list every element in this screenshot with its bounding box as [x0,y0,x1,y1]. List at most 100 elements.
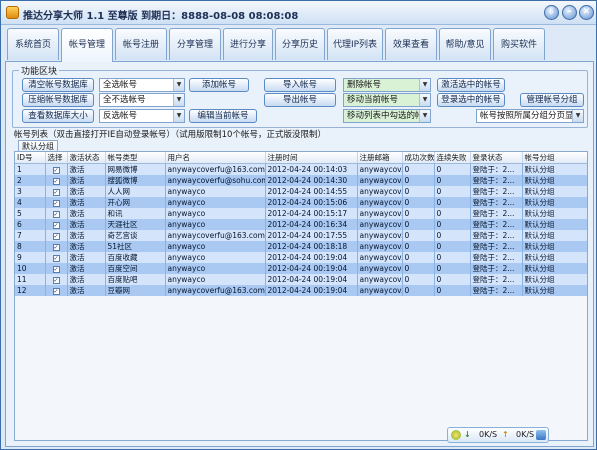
row-checkbox[interactable]: ✓ [52,243,60,251]
cell-select[interactable]: ✓ [45,285,68,296]
manage-groups-button[interactable]: 管理帐号分组 [520,93,584,107]
cell-select[interactable]: ✓ [45,241,68,252]
col-header-status[interactable]: 激活状态 [67,152,106,164]
table-row[interactable]: 7 ✓ 激活 奇艺宫谈 anywaycoverfu@163.com 2012-04-24 … [15,230,587,241]
app-logo-icon [6,6,19,19]
cell-type: 豆瓣网 [105,285,166,296]
col-header-group[interactable]: 帐号分组 [522,152,587,164]
refresh-icon[interactable] [451,430,461,440]
activate-checked-button[interactable]: 激活选中的帐号 [437,78,505,92]
row-checkbox[interactable]: ✓ [52,221,60,229]
table-row[interactable]: 4 ✓ 激活 开心网 anywayco 2012-04-24 00:15:06 anyway… [15,197,587,208]
table-row[interactable]: 9 ✓ 激活 百度收藏 anywayco 2012-04-24 00:19:04 anywa… [15,252,587,263]
tab-account-manage[interactable]: 帐号管理 [61,28,113,62]
cell-select[interactable]: ✓ [45,252,68,263]
cell-status: 激活 [67,219,106,230]
row-checkbox[interactable]: ✓ [52,276,60,284]
tab-share-history[interactable]: 分享历史 [275,28,325,60]
cell-status: 激活 [67,252,106,263]
move-current-dropdown[interactable]: 移动当前帐号 ▼ [343,93,431,107]
table-row[interactable]: 11 ✓ 激活 百度贴吧 anywayco 2012-04-24 00:19:04 anyw… [15,274,587,285]
cell-username: anywaycoverfu@163.com [165,285,266,296]
tab-help[interactable]: 帮助/意见 [439,28,491,60]
table-row[interactable]: 6 ✓ 激活 天涯社区 anywayco 2012-04-24 00:16:34 anywa… [15,219,587,230]
table-row[interactable]: 3 ✓ 激活 人人网 anywayco 2012-04-24 00:14:55 anyway… [15,186,587,197]
col-header-reg-time[interactable]: 注册时间 [265,152,358,164]
export-account-button[interactable]: 导出帐号 [264,93,336,107]
row-checkbox[interactable]: ✓ [52,188,60,196]
title-bar[interactable]: 推达分享大师 1.1 至尊版 到期日：8888-08-08 08:08:08 ⇩… [1,1,596,25]
cell-select[interactable]: ✓ [45,263,68,274]
table-row[interactable]: 5 ✓ 激活 和讯 anywayco 2012-04-24 00:15:17 anywayc… [15,208,587,219]
view-db-size-button[interactable]: 查看数据库大小 [22,109,94,123]
table-row[interactable]: 12 ✓ 激活 豆瓣网 anywaycoverfu@163.com 2012-04-24 … [15,285,587,296]
restore-button[interactable]: ⇩ [544,5,559,20]
cell-fail: 0 [434,230,471,241]
cell-select[interactable]: ✓ [45,208,68,219]
select-invert-value: 反选帐号 [103,111,138,121]
table-row[interactable]: 1 ✓ 激活 网易微博 anywaycoverfu@163.com 2012-04-24 … [15,163,587,175]
cell-select[interactable]: ✓ [45,219,68,230]
network-icon[interactable] [536,430,546,440]
login-checked-button[interactable]: 登录选中的帐号 [437,93,505,107]
cell-success: 0 [402,186,435,197]
cell-select[interactable]: ✓ [45,175,68,186]
clear-db-button[interactable]: 清空帐号数据库 [22,78,94,92]
cell-id: 8 [15,241,46,252]
col-header-username[interactable]: 用户名 [165,152,266,164]
cell-select[interactable]: ✓ [45,230,68,241]
paginate-by-group-dropdown[interactable]: 帐号按照所属分组分页显 ▼ [476,109,584,123]
minimize-button[interactable]: – [562,5,577,20]
tab-effect-view[interactable]: 效果查看 [385,28,437,60]
select-none-dropdown[interactable]: 全不选帐号 ▼ [99,93,185,107]
table-row[interactable]: 8 ✓ 激活 51社区 anywayco 2012-04-24 00:18:18 anywa… [15,241,587,252]
row-checkbox[interactable]: ✓ [52,287,60,295]
col-header-id[interactable]: ID号 [15,152,46,164]
cell-success: 0 [402,197,435,208]
cell-reg-time: 2012-04-24 00:19:04 [265,274,358,285]
cell-fail: 0 [434,241,471,252]
cell-username: anywayco [165,186,266,197]
col-header-type[interactable]: 帐号类型 [105,152,166,164]
chevron-down-icon: ▼ [173,110,184,122]
col-header-login[interactable]: 登录状态 [470,152,523,164]
tab-do-share[interactable]: 进行分享 [223,28,273,60]
delete-account-dropdown[interactable]: 删除帐号 ▼ [343,78,431,92]
tab-share-manage[interactable]: 分享管理 [169,28,221,60]
select-all-dropdown[interactable]: 全选帐号 ▼ [99,78,185,92]
cell-select[interactable]: ✓ [45,197,68,208]
compress-db-button[interactable]: 压缩帐号数据库 [22,93,94,107]
cell-group: 默认分组 [522,252,587,263]
col-header-fail[interactable]: 连续失败 [434,152,471,164]
row-checkbox[interactable]: ✓ [52,265,60,273]
add-account-button[interactable]: 添加帐号 [189,78,249,92]
close-button[interactable]: ✕ [579,5,594,20]
select-invert-dropdown[interactable]: 反选帐号 ▼ [99,109,185,123]
tab-proxy-ip[interactable]: 代理IP列表 [327,28,383,60]
cell-select[interactable]: ✓ [45,163,68,175]
tab-buy[interactable]: 购买软件 [493,28,545,60]
row-checkbox[interactable]: ✓ [52,199,60,207]
tab-home[interactable]: 系统首页 [7,28,59,60]
tab-account-register[interactable]: 帐号注册 [115,28,167,60]
row-checkbox[interactable]: ✓ [52,232,60,240]
select-none-value: 全不选帐号 [103,95,146,105]
table-row[interactable]: 2 ✓ 激活 搜狐微博 anywaycoverfu@sohu.com 2012-04-24… [15,175,587,186]
row-checkbox[interactable]: ✓ [52,177,60,185]
row-checkbox[interactable]: ✓ [52,254,60,262]
table-row[interactable]: 10 ✓ 激活 百度空间 anywayco 2012-04-24 00:19:04 anyw… [15,263,587,274]
col-header-success[interactable]: 成功次数 [402,152,435,164]
cell-username: anywayco [165,274,266,285]
col-header-select[interactable]: 选择 [45,152,68,164]
row-checkbox[interactable]: ✓ [52,210,60,218]
cell-select[interactable]: ✓ [45,186,68,197]
col-header-email[interactable]: 注册邮箱 [357,152,403,164]
import-account-button[interactable]: 导入帐号 [264,78,336,92]
row-checkbox[interactable]: ✓ [52,166,60,174]
move-checked-dropdown[interactable]: 移动列表中勾选的帐 ▼ [343,109,431,123]
cell-login: 登陆于：2... [470,263,523,274]
paginate-by-group-value: 帐号按照所属分组分页显 [480,111,574,121]
cell-type: 搜狐微博 [105,175,166,186]
cell-select[interactable]: ✓ [45,274,68,285]
edit-account-button[interactable]: 编辑当前帐号 [189,109,257,123]
